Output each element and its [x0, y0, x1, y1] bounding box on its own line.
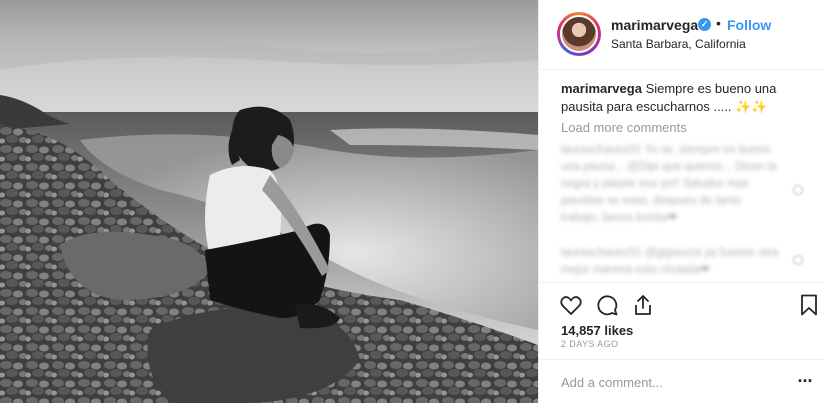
heart-outline-icon[interactable]	[559, 293, 583, 317]
post-header: marimarvega ✓ • Follow Santa Barbara, Ca…	[539, 0, 824, 70]
follow-button[interactable]: Follow	[727, 17, 771, 33]
verified-badge-icon: ✓	[698, 18, 711, 31]
post-caption: marimarvega Siempre es bueno una pausita…	[561, 80, 801, 116]
post-actions: 14,857 likes 2 DAYS AGO	[539, 282, 824, 352]
beach-photo-image	[0, 0, 538, 403]
comment-like-icon[interactable]	[793, 185, 803, 195]
instagram-post: marimarvega ✓ • Follow Santa Barbara, Ca…	[0, 0, 824, 403]
caption-username-link[interactable]: marimarvega	[561, 81, 642, 96]
more-options-icon[interactable]: ...	[795, 367, 815, 389]
load-more-comments-button[interactable]: Load more comments	[561, 120, 687, 135]
avatar-story-ring[interactable]	[557, 12, 601, 56]
comment-like-icon[interactable]	[793, 255, 803, 265]
likes-count[interactable]: 14,857 likes	[561, 323, 633, 338]
post-photo[interactable]	[0, 0, 538, 403]
post-side-panel: marimarvega ✓ • Follow Santa Barbara, Ca…	[538, 0, 824, 403]
bookmark-icon[interactable]	[797, 293, 821, 317]
comments-section: marimarvega Siempre es bueno una pausita…	[539, 70, 824, 282]
comment-item: lauraschavez01 @gigisoiza ya fueeee otra…	[561, 247, 778, 276]
separator-dot: •	[716, 15, 721, 31]
avatar[interactable]	[560, 15, 598, 53]
comment-item: lauraschavez01 Yo se, siempre es bueno u…	[561, 144, 777, 224]
post-timestamp[interactable]: 2 DAYS AGO	[561, 339, 618, 349]
location-link[interactable]: Santa Barbara, California	[611, 37, 746, 51]
share-upload-icon[interactable]	[631, 293, 655, 317]
username-link[interactable]: marimarvega	[611, 17, 698, 33]
add-comment-bar: ...	[539, 359, 824, 403]
speech-bubble-icon[interactable]	[595, 293, 619, 317]
add-comment-input[interactable]	[561, 372, 761, 392]
